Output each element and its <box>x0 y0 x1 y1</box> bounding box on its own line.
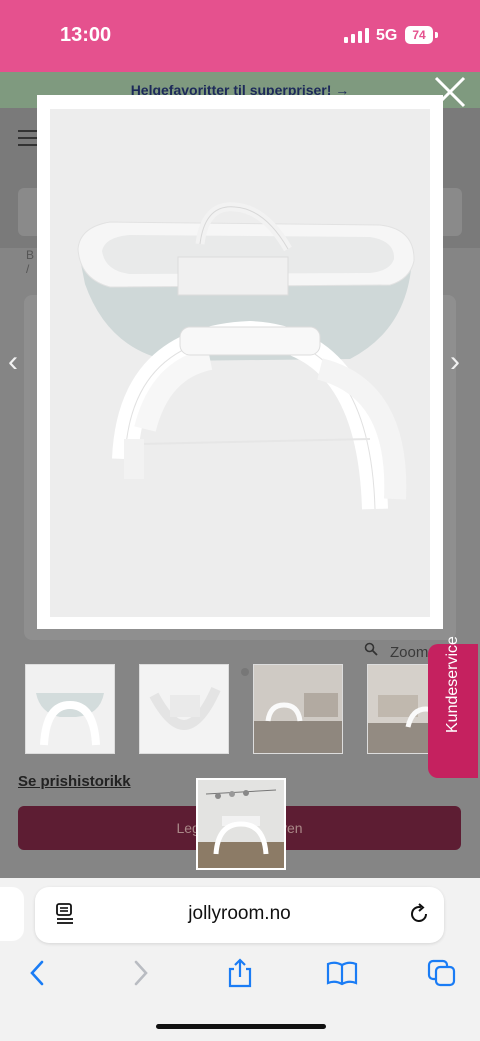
thumbnail-bassinet-rocking[interactable] <box>139 664 229 754</box>
signal-icon <box>344 28 369 43</box>
product-image <box>50 109 430 617</box>
breadcrumb[interactable]: B <box>26 248 34 262</box>
search-icon <box>364 642 378 659</box>
reload-icon[interactable] <box>408 903 430 925</box>
home-indicator <box>156 1024 326 1029</box>
previous-tab-preview[interactable] <box>0 887 24 941</box>
status-time: 13:00 <box>60 24 112 46</box>
battery-icon: 74 <box>405 26 433 44</box>
battery-tip <box>435 32 438 38</box>
thumbnail-bassinet-nursery[interactable] <box>196 778 286 870</box>
share-icon[interactable] <box>224 958 256 988</box>
network-label: 5G <box>376 27 398 44</box>
tabs-icon[interactable] <box>426 958 458 988</box>
back-icon[interactable] <box>22 958 54 988</box>
price-history-link[interactable]: Se prishistorikk <box>18 773 131 790</box>
breadcrumb-separator: / <box>26 262 30 276</box>
thumbnail-bassinet-front[interactable] <box>25 664 115 754</box>
close-icon[interactable] <box>430 72 470 112</box>
bookmarks-icon[interactable] <box>326 958 358 988</box>
gallery-next-icon[interactable]: › <box>450 345 460 379</box>
gallery-prev-icon[interactable]: ‹ <box>8 345 18 379</box>
thumbnail-bassinet-living-room[interactable] <box>253 664 343 754</box>
customer-service-label[interactable]: Kundeservice <box>444 636 461 733</box>
forward-icon[interactable] <box>124 958 156 988</box>
gallery-dot[interactable] <box>241 668 249 676</box>
zoom-label[interactable]: Zoom <box>390 644 428 661</box>
reader-icon[interactable] <box>56 903 76 925</box>
menu-icon[interactable] <box>18 130 38 151</box>
url-text[interactable]: jollyroom.no <box>35 903 444 925</box>
